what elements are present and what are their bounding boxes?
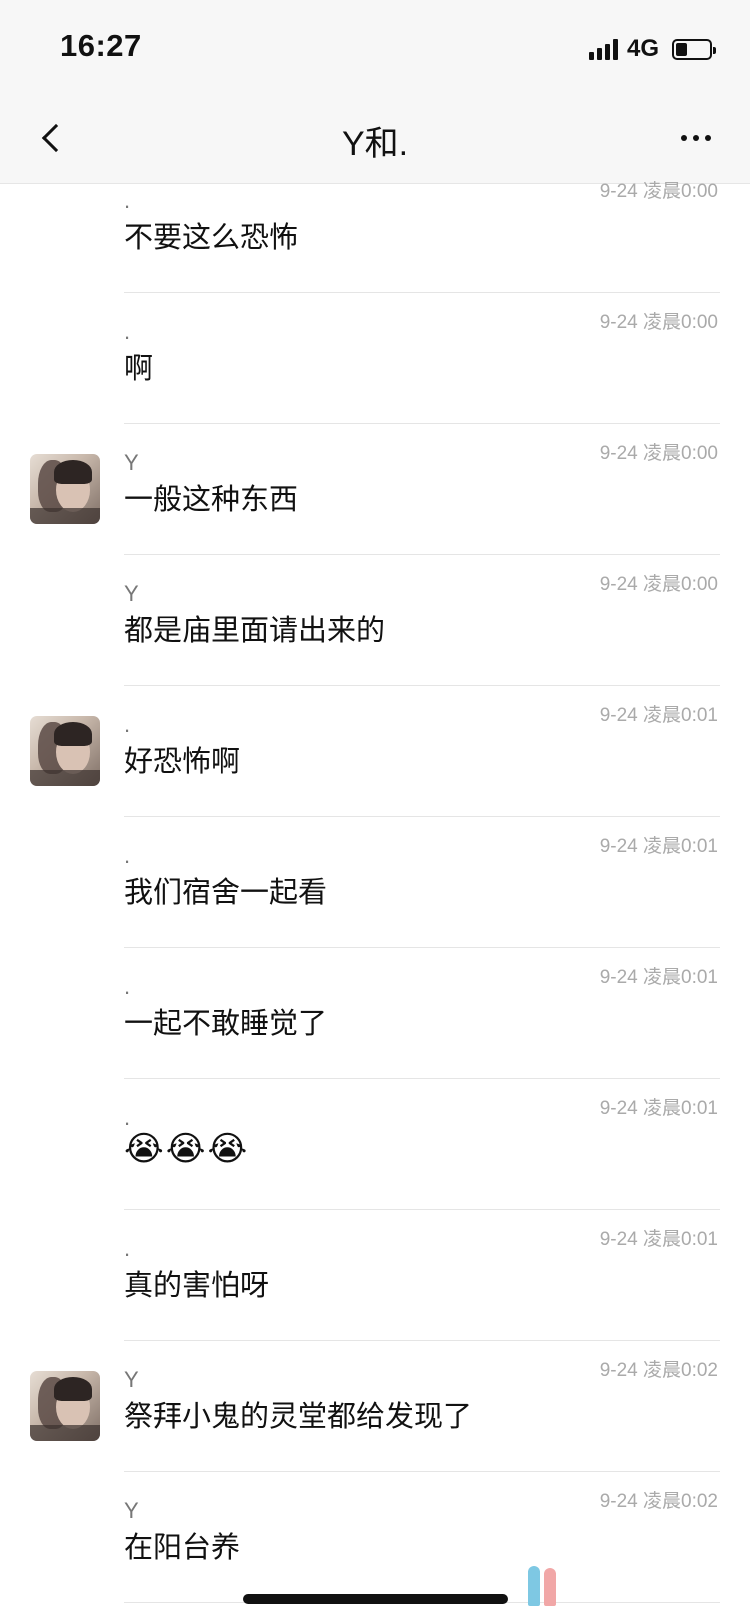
avatar[interactable] bbox=[30, 716, 100, 786]
message-item[interactable]: Y 9-24 凌晨0:02 在阳台养 bbox=[0, 1472, 750, 1603]
message-item[interactable]: . 9-24 凌晨0:01 真的害怕呀 bbox=[0, 1210, 750, 1341]
message-timestamp: 9-24 凌晨0:02 bbox=[599, 1491, 718, 1512]
sender-name: . bbox=[124, 188, 131, 213]
sender-name: Y bbox=[124, 450, 139, 475]
chat-screen: 16:27 4G Y和. . 9-24 凌晨0:00 不要这么恐怖. 9-24 凌晨0… bbox=[0, 0, 750, 1623]
message-text: 不要这么恐怖 bbox=[124, 222, 299, 254]
message-item[interactable]: . 9-24 凌晨0:01 😭😭😭 bbox=[0, 1079, 750, 1210]
message-text: 一起不敢睡觉了 bbox=[124, 1008, 328, 1040]
message-list[interactable]: . 9-24 凌晨0:00 不要这么恐怖. 9-24 凌晨0:00 啊 Y 9-24 凌晨0… bbox=[0, 162, 750, 1623]
sender-name: . bbox=[124, 319, 131, 344]
message-item[interactable]: . 9-24 凌晨0:01 一起不敢睡觉了 bbox=[0, 948, 750, 1079]
sender-name: Y bbox=[124, 1367, 139, 1392]
home-indicator[interactable] bbox=[243, 1594, 508, 1604]
message-item[interactable]: . 9-24 凌晨0:00 啊 bbox=[0, 293, 750, 424]
more-horizontal-icon bbox=[681, 135, 687, 141]
message-item[interactable]: . 9-24 凌晨0:01 我们宿舍一起看 bbox=[0, 817, 750, 948]
message-item[interactable]: Y 9-24 凌晨0:00 一般这种东西 bbox=[0, 424, 750, 555]
sender-name: Y bbox=[124, 581, 139, 606]
message-timestamp: 9-24 凌晨0:00 bbox=[599, 181, 718, 202]
network-type: 4G bbox=[626, 35, 659, 62]
sender-name: . bbox=[124, 1105, 131, 1130]
message-item[interactable]: . 9-24 凌晨0:01 好恐怖啊 bbox=[0, 686, 750, 817]
message-timestamp: 9-24 凌晨0:00 bbox=[599, 312, 718, 333]
message-timestamp: 9-24 凌晨0:01 bbox=[599, 967, 718, 988]
avatar[interactable] bbox=[30, 1371, 100, 1441]
message-item[interactable]: Y 9-24 凌晨0:02 祭拜小鬼的灵堂都给发现了 bbox=[0, 1341, 750, 1472]
sender-name: . bbox=[124, 1236, 131, 1261]
message-text: 真的害怕呀 bbox=[124, 1270, 270, 1302]
message-text: 都是庙里面请出来的 bbox=[124, 615, 386, 647]
message-emoji: 😭😭😭 bbox=[124, 1130, 250, 1168]
sender-name: . bbox=[124, 843, 131, 868]
status-icons: 4G bbox=[588, 35, 716, 63]
chat-title: Y和. bbox=[341, 125, 409, 163]
message-text: 在阳台养 bbox=[124, 1532, 241, 1564]
battery-icon bbox=[672, 38, 716, 60]
message-timestamp: 9-24 凌晨0:01 bbox=[599, 1098, 718, 1119]
message-text: 好恐怖啊 bbox=[124, 746, 241, 778]
message-text: 我们宿舍一起看 bbox=[124, 877, 328, 909]
more-button[interactable] bbox=[668, 118, 724, 158]
message-text: 祭拜小鬼的灵堂都给发现了 bbox=[124, 1401, 473, 1433]
message-timestamp: 9-24 凌晨0:00 bbox=[599, 443, 718, 464]
message-item[interactable]: Y 9-24 凌晨0:00 都是庙里面请出来的 bbox=[0, 555, 750, 686]
message-timestamp: 9-24 凌晨0:01 bbox=[599, 1229, 718, 1250]
message-text: 一般这种东西 bbox=[124, 484, 299, 516]
message-timestamp: 9-24 凌晨0:02 bbox=[599, 1360, 718, 1381]
status-time: 16:27 bbox=[60, 28, 142, 63]
sender-name: . bbox=[124, 712, 131, 737]
message-timestamp: 9-24 凌晨0:00 bbox=[599, 574, 718, 595]
status-bar: 16:27 4G bbox=[0, 0, 750, 92]
sender-name: . bbox=[124, 974, 131, 999]
message-timestamp: 9-24 凌晨0:01 bbox=[599, 705, 718, 726]
message-text: 啊 bbox=[124, 353, 154, 385]
watermark-figures bbox=[526, 1566, 560, 1608]
message-timestamp: 9-24 凌晨0:01 bbox=[599, 836, 718, 857]
sender-name: Y bbox=[124, 1498, 139, 1523]
signal-icon bbox=[588, 38, 618, 60]
avatar[interactable] bbox=[30, 454, 100, 524]
message-item[interactable]: . 9-24 凌晨0:00 不要这么恐怖 bbox=[0, 162, 750, 293]
